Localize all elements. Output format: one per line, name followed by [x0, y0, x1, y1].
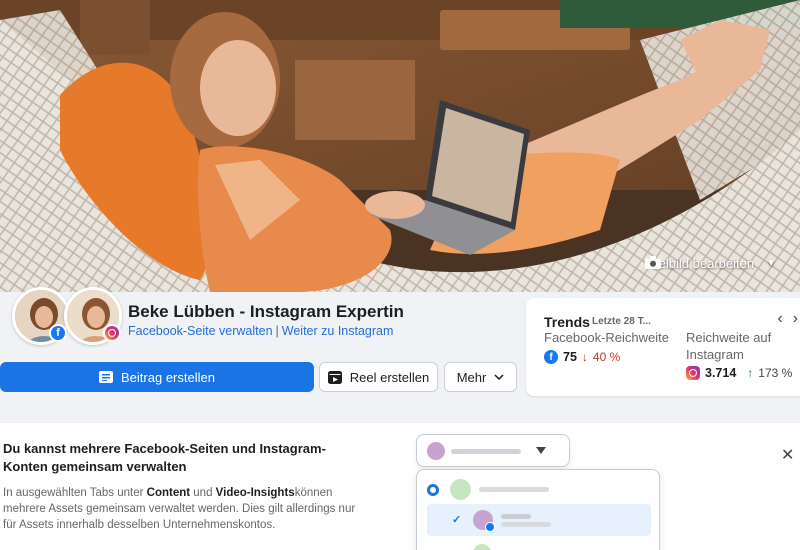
instagram-icon	[103, 324, 121, 342]
info-text-part: In ausgewählten Tabs unter	[3, 487, 147, 499]
cover-photo: Titelbild bearbeiten ▼	[0, 0, 800, 292]
create-reel-button[interactable]: Reel erstellen	[319, 362, 438, 392]
more-button[interactable]: Mehr	[444, 362, 517, 392]
close-icon[interactable]: ✕	[781, 445, 794, 465]
trends-period: Letzte 28 T...	[592, 316, 651, 327]
trends-title: Trends	[544, 314, 590, 330]
instagram-reach-label: Reichweite auf Instagram	[686, 329, 771, 363]
radio-selected-icon	[427, 484, 439, 496]
info-title: Du kannst mehrere Facebook-Seiten und In…	[3, 441, 326, 474]
create-reel-label: Reel erstellen	[349, 369, 430, 385]
avatar	[427, 442, 445, 460]
chevron-down-icon: ▼	[766, 258, 776, 269]
instagram-reach-change: 173 %	[758, 366, 793, 380]
chevron-left-icon[interactable]: ‹	[777, 310, 782, 328]
info-text-part: und	[190, 487, 216, 499]
profile-avatars: f	[12, 287, 132, 347]
reel-icon	[327, 370, 342, 384]
edit-cover-button[interactable]: Titelbild bearbeiten ▼	[644, 256, 776, 271]
multi-asset-info-panel: Du kannst mehrere Facebook-Seiten und In…	[0, 423, 800, 550]
facebook-page-view: Titelbild bearbeiten ▼ f Beke Lübben - I…	[0, 0, 800, 550]
facebook-icon: f	[49, 324, 67, 342]
placeholder-bar	[501, 514, 531, 519]
link-separator: |	[275, 324, 279, 338]
avatar	[473, 544, 491, 550]
selected-asset-row: ✓	[427, 504, 651, 536]
instagram-reach-label-line2: Instagram	[686, 347, 744, 362]
asset-list-illustration: ✓	[416, 469, 660, 550]
instagram-reach-value: 3.714 ↑ 173 %	[686, 366, 792, 380]
info-video-insights-tab: Video-Insights	[215, 487, 295, 499]
arrow-down-icon: ↓	[581, 350, 588, 364]
page-links: Facebook-Seite verwalten | Weiter zu Insta…	[128, 324, 393, 338]
facebook-reach-number: 75	[563, 350, 577, 364]
placeholder-bar	[501, 522, 551, 527]
trends-navigation: ‹ ›	[777, 310, 798, 328]
create-post-button[interactable]: Beitrag erstellen	[0, 362, 314, 392]
arrow-up-icon: ↑	[747, 366, 754, 380]
facebook-reach-value: f 75 ↓ 40 %	[544, 350, 620, 364]
avatar	[450, 479, 471, 500]
info-text: In ausgewählten Tabs unter Content und V…	[3, 485, 363, 533]
edit-cover-label: Titelbild bearbeiten	[644, 256, 755, 271]
chevron-down-icon	[536, 447, 546, 454]
trends-card: Trends Letzte 28 T... ‹ › Facebook-Reich…	[526, 298, 800, 396]
facebook-icon	[485, 522, 495, 532]
info-content-tab: Content	[146, 487, 191, 499]
camera-icon	[644, 256, 661, 269]
post-icon	[99, 371, 114, 383]
chevron-right-icon[interactable]: ›	[793, 310, 798, 328]
facebook-icon: f	[544, 350, 558, 364]
facebook-reach-change: 40 %	[592, 350, 621, 364]
facebook-reach-label: Facebook-Reichweite	[544, 330, 670, 345]
placeholder-bar	[479, 487, 549, 492]
asset-selector-illustration	[416, 434, 570, 467]
instagram-reach-number: 3.714	[705, 366, 737, 380]
go-to-instagram-link[interactable]: Weiter zu Instagram	[282, 324, 394, 338]
instagram-reach-label-line1: Reichweite auf	[686, 330, 772, 345]
placeholder-bar	[451, 449, 521, 454]
checkmark-icon: ✓	[452, 514, 462, 526]
page-title: Beke Lübben - Instagram Expertin	[128, 302, 404, 321]
create-post-label: Beitrag erstellen	[121, 369, 215, 385]
chevron-down-icon	[494, 374, 504, 380]
instagram-icon	[686, 366, 700, 380]
more-label: Mehr	[456, 369, 487, 385]
cover-photo-image	[0, 0, 800, 292]
manage-facebook-page-link[interactable]: Facebook-Seite verwalten	[128, 324, 273, 338]
